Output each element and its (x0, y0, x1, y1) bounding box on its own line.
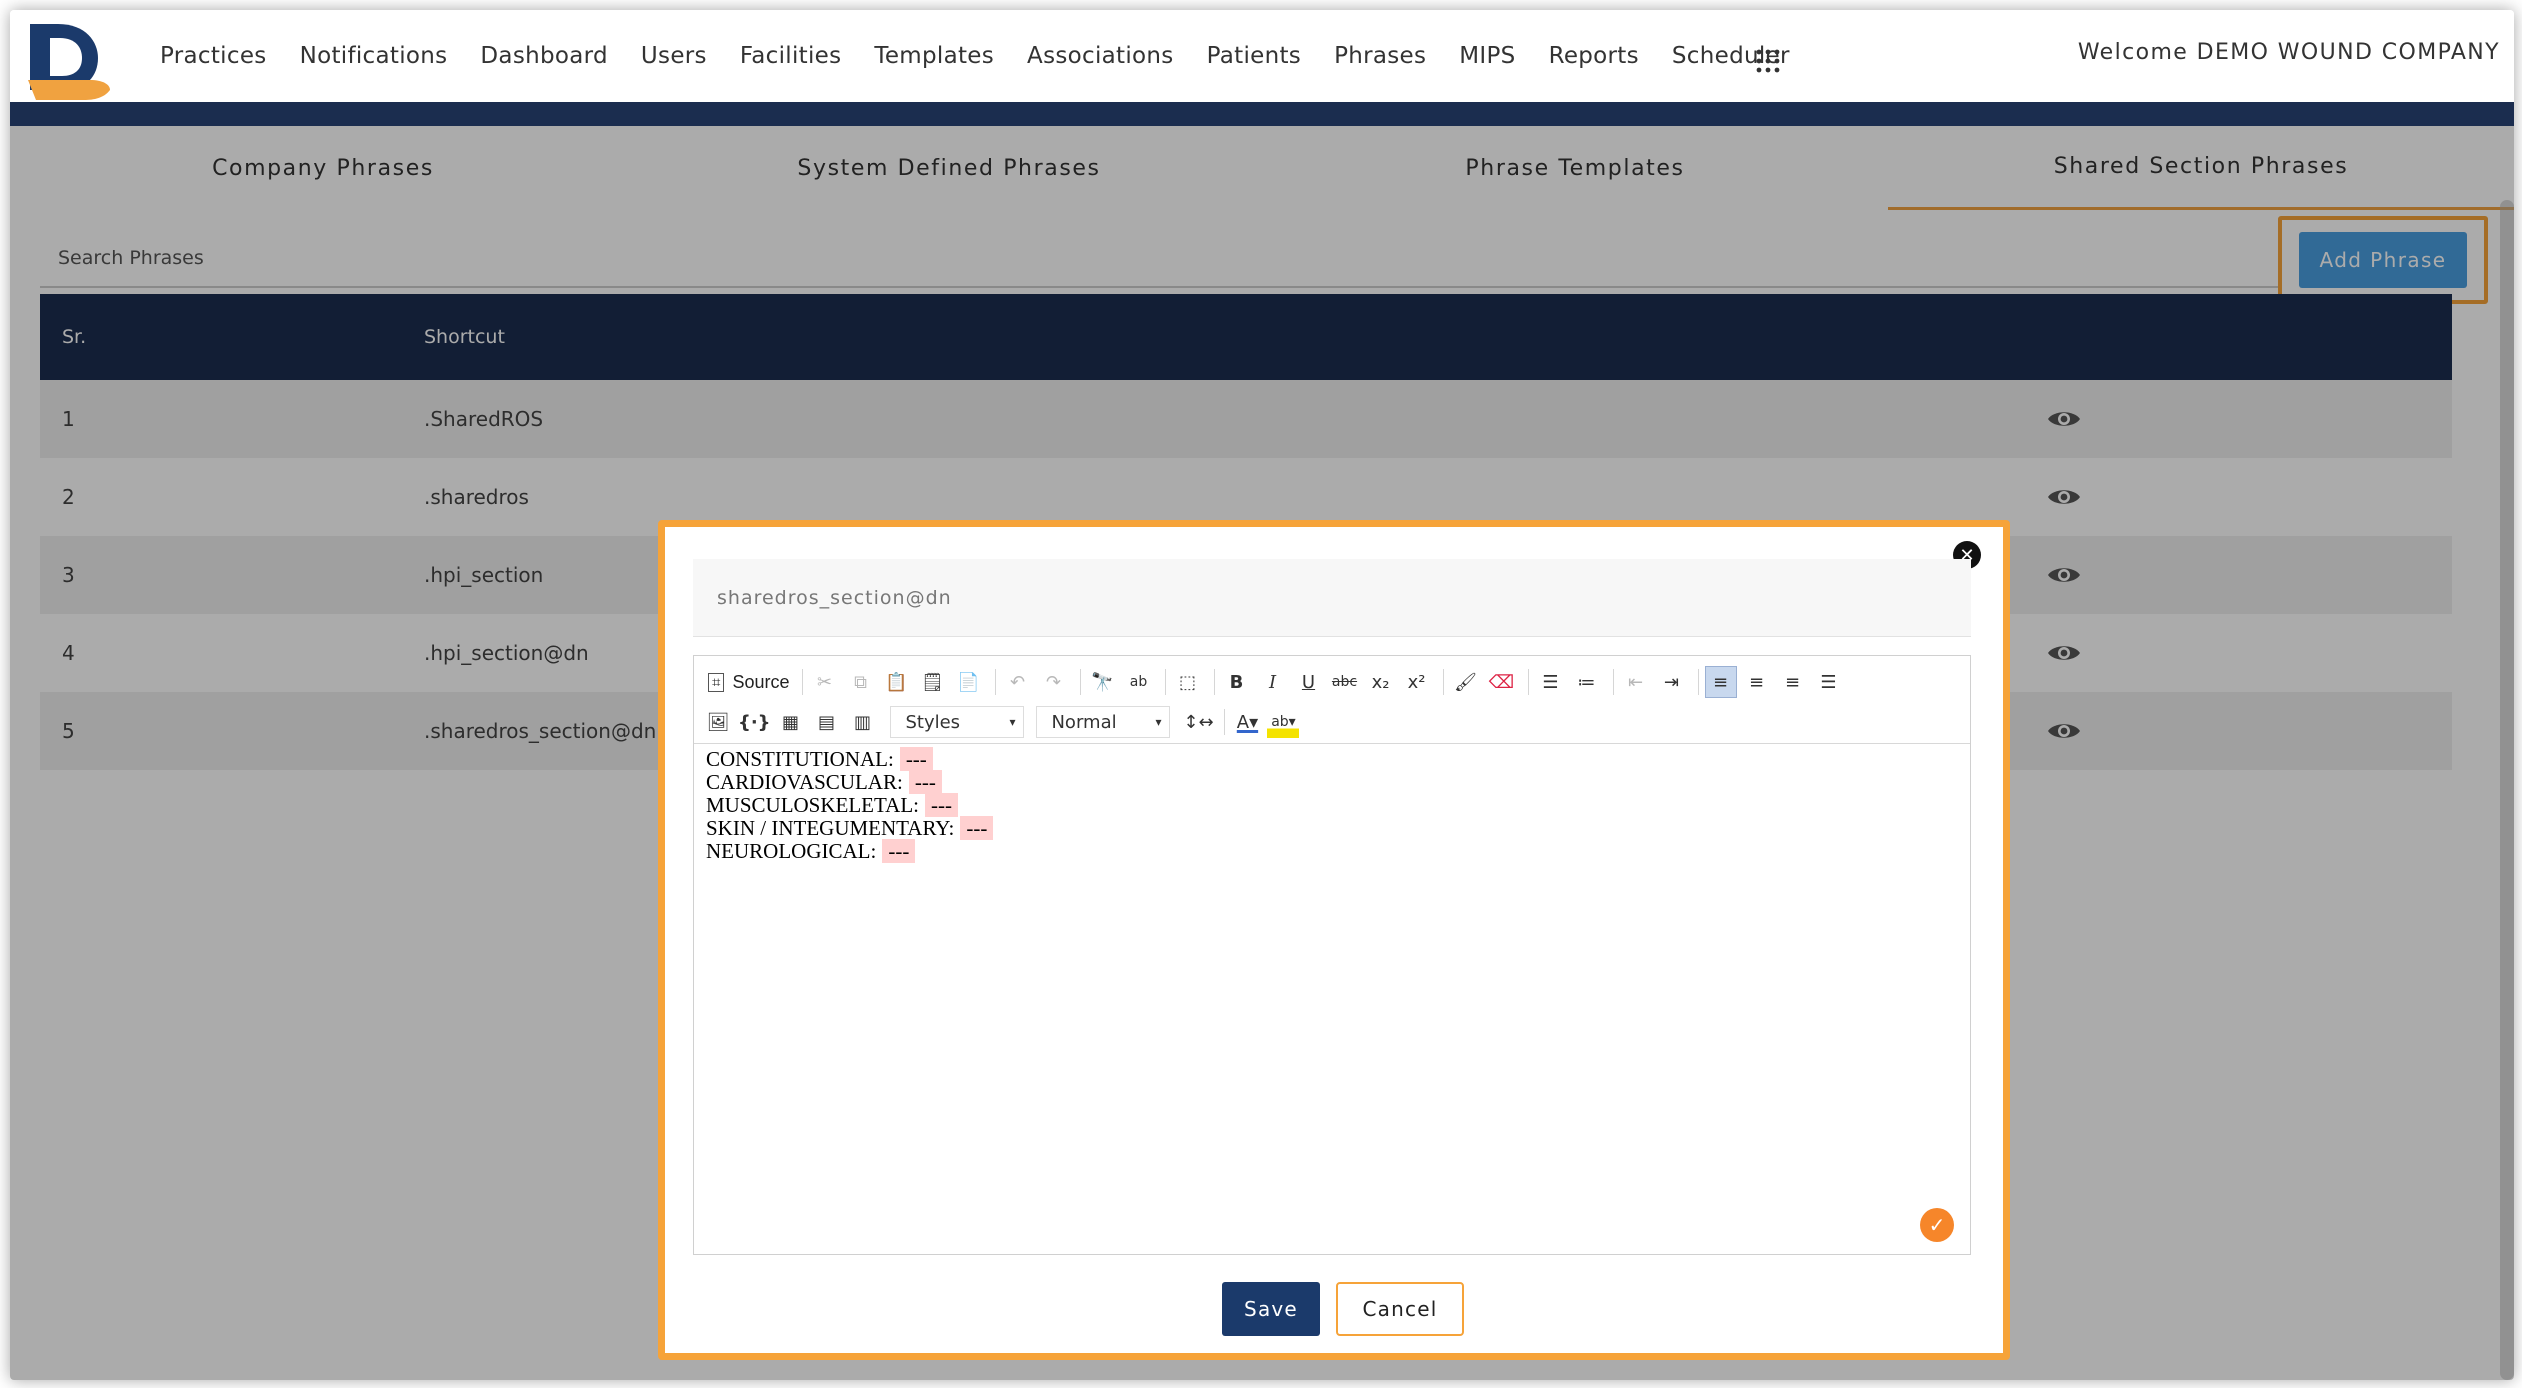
remove-format-icon[interactable]: ⌫ (1486, 666, 1518, 698)
nav-mips[interactable]: MIPS (1459, 43, 1515, 69)
redo-icon[interactable]: ↷ (1038, 666, 1070, 698)
page-scrollbar[interactable] (2500, 200, 2514, 1380)
select-all-icon[interactable]: ⬚ (1172, 666, 1204, 698)
editor-toolbar: ⌗ Source ✂ ⧉ 📋 🗒 📄 ↶ ↷ 🔭 ab ⬚ B I U abc … (694, 656, 1970, 744)
copy-icon[interactable]: ⧉ (845, 666, 877, 698)
nav-reports[interactable]: Reports (1549, 43, 1639, 69)
align-left-icon[interactable]: ≡ (1704, 666, 1737, 698)
styles-dropdown[interactable]: Styles ▾ (890, 706, 1025, 738)
edit-phrase-modal: ✕ ⌗ Source ✂ ⧉ 📋 🗒 📄 ↶ ↷ (658, 520, 2010, 1360)
table-icon[interactable]: ▦ (774, 706, 806, 738)
background-color-icon[interactable]: ab▾ (1267, 706, 1300, 738)
nav-notifications[interactable]: Notifications (300, 43, 448, 69)
insert-row-icon[interactable]: ▤ (810, 706, 842, 738)
placeholder-token[interactable]: --- (924, 793, 958, 817)
content-line: CARDIOVASCULAR: --- (706, 770, 1958, 794)
placeholder-icon[interactable]: {·} (738, 706, 770, 738)
placeholder-token[interactable]: --- (899, 747, 933, 771)
nav-practices[interactable]: Practices (160, 43, 267, 69)
nav-associations[interactable]: Associations (1027, 43, 1174, 69)
align-justify-icon[interactable]: ☰ (1813, 666, 1845, 698)
line-height-icon[interactable]: ↕↔ (1182, 706, 1214, 738)
nav-facilities[interactable]: Facilities (740, 43, 842, 69)
d-logo-icon[interactable] (24, 18, 110, 100)
format-label: Normal (1051, 711, 1117, 733)
superscript-icon[interactable]: x² (1401, 666, 1433, 698)
nav-patients[interactable]: Patients (1207, 43, 1301, 69)
chevron-down-icon: ▾ (1009, 715, 1016, 729)
cut-icon[interactable]: ✂ (809, 666, 841, 698)
nav-links: Practices Notifications Dashboard Users … (160, 10, 1823, 102)
rich-text-editor: ⌗ Source ✂ ⧉ 📋 🗒 📄 ↶ ↷ 🔭 ab ⬚ B I U abc … (693, 655, 1971, 1255)
strikethrough-icon[interactable]: abc (1329, 666, 1361, 698)
content-line: CONSTITUTIONAL: --- (706, 747, 1958, 771)
paste-word-icon[interactable]: 📄 (953, 666, 985, 698)
indent-icon[interactable]: ⇥ (1656, 666, 1688, 698)
top-navbar: Practices Notifications Dashboard Users … (10, 10, 2514, 102)
placeholder-token[interactable]: --- (882, 839, 916, 863)
replace-icon[interactable]: ab (1123, 666, 1155, 698)
content-line: NEUROLOGICAL: --- (706, 839, 1958, 863)
styles-label: Styles (905, 711, 961, 733)
nav-phrases[interactable]: Phrases (1334, 43, 1426, 69)
subscript-icon[interactable]: x₂ (1365, 666, 1397, 698)
nav-templates[interactable]: Templates (874, 43, 994, 69)
app-window: Practices Notifications Dashboard Users … (10, 10, 2514, 1380)
placeholder-token[interactable]: --- (908, 770, 942, 794)
source-button[interactable]: ⌗ Source (702, 666, 796, 698)
paste-text-icon[interactable]: 🗒 (917, 666, 949, 698)
nav-dashboard[interactable]: Dashboard (480, 43, 607, 69)
placeholder-token[interactable]: --- (960, 816, 994, 840)
numbered-list-icon[interactable]: ☰ (1535, 666, 1567, 698)
bold-icon[interactable]: B (1221, 666, 1253, 698)
chevron-down-icon: ▾ (1155, 715, 1162, 729)
text-color-icon[interactable]: A▾ (1231, 706, 1263, 738)
nav-users[interactable]: Users (641, 43, 707, 69)
content-line: SKIN / INTEGUMENTARY: --- (706, 816, 1958, 840)
save-button[interactable]: Save (1222, 1282, 1320, 1336)
bulleted-list-icon[interactable]: ≔ (1571, 666, 1603, 698)
grid-apps-icon[interactable] (1755, 48, 1781, 74)
source-label: Source (732, 671, 790, 692)
phrase-name-field[interactable] (693, 559, 1971, 637)
format-dropdown[interactable]: Normal ▾ (1036, 706, 1171, 738)
welcome-text[interactable]: Welcome DEMO WOUND COMPANY (2078, 40, 2500, 65)
italic-icon[interactable]: I (1257, 666, 1289, 698)
editor-content[interactable]: CONSTITUTIONAL: --- CARDIOVASCULAR: --- MU… (694, 744, 1970, 867)
paste-icon[interactable]: 📋 (881, 666, 913, 698)
underline-icon[interactable]: U (1293, 666, 1325, 698)
check-icon[interactable]: ✓ (1920, 1208, 1954, 1242)
source-icon: ⌗ (708, 672, 725, 692)
insert-column-icon[interactable]: ▥ (846, 706, 878, 738)
find-icon[interactable]: 🔭 (1087, 666, 1119, 698)
align-center-icon[interactable]: ≡ (1741, 666, 1773, 698)
outdent-icon[interactable]: ⇤ (1620, 666, 1652, 698)
align-right-icon[interactable]: ≡ (1777, 666, 1809, 698)
content-line: MUSCULOSKELETAL: --- (706, 793, 1958, 817)
image-icon[interactable]: 🖼 (702, 706, 734, 738)
copy-format-icon[interactable]: 🖌 (1450, 666, 1482, 698)
cancel-button[interactable]: Cancel (1336, 1282, 1464, 1336)
undo-icon[interactable]: ↶ (1002, 666, 1034, 698)
navbar-strip (10, 102, 2514, 126)
